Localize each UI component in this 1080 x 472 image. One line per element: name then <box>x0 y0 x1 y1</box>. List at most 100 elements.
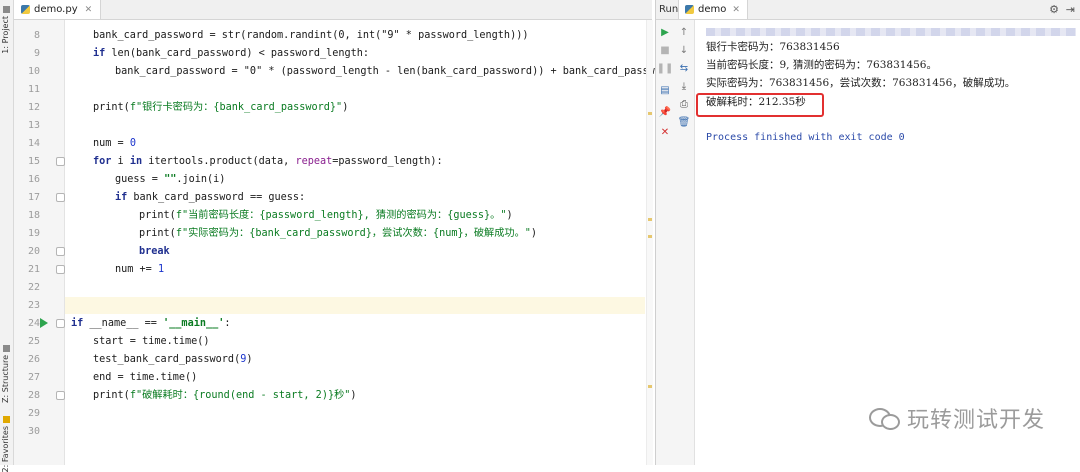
run-panel: Run: demo ✕ ⚙ ⇥ ▶ ↑ ■ ↓ ❚❚ ⇆ ⤓ ▤ ⎙ 📌 🗑 ✕… <box>655 0 1080 465</box>
project-icon[interactable] <box>3 6 10 13</box>
console-line: 实际密码为：763831456，尝试次数：763831456，破解成功。 <box>706 77 1016 89</box>
console-line: 当前密码长度：9, 猜测的密码为：763831456。 <box>706 59 937 71</box>
line-number: 18 <box>27 210 40 221</box>
code-line: 19 print(f"实际密码为：{bank_card_password}，尝试… <box>28 225 645 242</box>
run-tab-label: demo <box>698 4 727 15</box>
editor-tab-demo-py[interactable]: demo.py ✕ <box>14 0 101 19</box>
close-tab-icon[interactable]: ✕ <box>85 5 93 15</box>
hide-panel-icon[interactable]: ⇥ <box>1066 3 1075 16</box>
code-line: 20 break <box>28 243 645 260</box>
code-text: bank_card_password = "0" * (password_len… <box>115 66 674 77</box>
pin-tab-icon[interactable]: 📌 <box>659 106 671 118</box>
left-tool-strip: 1: Project Z: Structure 2: Favorites <box>0 0 14 472</box>
print-icon[interactable]: ⎙ <box>678 98 690 110</box>
code-line: 26 test_bank_card_password(9) <box>28 351 645 368</box>
line-number: 19 <box>27 228 40 239</box>
restore-layout-icon[interactable]: ▤ <box>659 84 671 96</box>
code-text: if bank_card_password == guess: <box>115 192 306 203</box>
line-number: 13 <box>27 120 40 131</box>
code-text: print(f"银行卡密码为：{bank_card_password}") <box>93 102 349 113</box>
editor-tab-bar: demo.py ✕ <box>14 0 652 20</box>
fold-marker-icon[interactable] <box>56 247 65 256</box>
line-number: 9 <box>33 48 40 59</box>
wechat-icon <box>868 406 900 430</box>
project-tool-tab[interactable]: 1: Project <box>1 16 12 54</box>
line-number: 28 <box>27 390 40 401</box>
line-number: 15 <box>27 156 40 167</box>
code-text: num = 0 <box>93 138 136 149</box>
code-line: 12 print(f"银行卡密码为：{bank_card_password}") <box>28 99 645 116</box>
console-line: 银行卡密码为：763831456 <box>706 41 840 53</box>
scrollbar-marker[interactable] <box>648 112 652 115</box>
code-text: guess = "".join(i) <box>115 174 226 185</box>
soft-wrap-icon[interactable]: ⇆ <box>678 62 690 74</box>
run-tab-bar: Run: demo ✕ ⚙ ⇥ <box>656 0 1080 20</box>
code-line: 24 if __name__ == '__main__': <box>28 315 645 332</box>
python-run-icon <box>685 5 694 14</box>
scrollbar-marker[interactable] <box>648 235 652 238</box>
code-text: start = time.time() <box>93 336 210 347</box>
code-line: 16 guess = "".join(i) <box>28 171 645 188</box>
fold-marker-icon[interactable] <box>56 193 65 202</box>
close-run-icon[interactable]: ✕ <box>659 126 671 138</box>
scrollbar-marker[interactable] <box>648 385 652 388</box>
fold-marker-icon[interactable] <box>56 157 65 166</box>
editor-scrollbar[interactable] <box>646 20 653 465</box>
structure-icon[interactable] <box>3 345 10 352</box>
code-text: end = time.time() <box>93 372 198 383</box>
code-line: 8 bank_card_password = str(random.randin… <box>34 27 645 44</box>
code-text: bank_card_password = str(random.randint(… <box>93 30 529 41</box>
code-line: 18 print(f"当前密码长度：{password_length}, 猜测的… <box>28 207 645 224</box>
code-line: 13 <box>28 117 645 134</box>
code-line: 30 <box>28 423 645 440</box>
favorites-star-icon[interactable] <box>3 416 10 423</box>
rerun-icon[interactable]: ▶ <box>659 26 671 38</box>
line-number: 24 <box>27 318 40 329</box>
scroll-down-icon[interactable]: ↓ <box>678 44 690 56</box>
code-text: print(f"当前密码长度：{password_length}, 猜测的密码为… <box>139 210 513 221</box>
run-gutter-icon[interactable] <box>40 318 48 328</box>
pause-icon[interactable]: ❚❚ <box>657 62 674 74</box>
favorites-tool-tab[interactable]: 2: Favorites <box>1 426 12 472</box>
editor-tab-label: demo.py <box>34 4 78 15</box>
python-file-icon <box>21 5 30 14</box>
fold-marker-icon[interactable] <box>56 319 65 328</box>
line-number: 27 <box>27 372 40 383</box>
gear-icon[interactable]: ⚙ <box>1049 3 1059 16</box>
scroll-up-icon[interactable]: ↑ <box>678 26 690 38</box>
code-area[interactable]: 8 bank_card_password = str(random.randin… <box>28 20 673 465</box>
run-tab-demo[interactable]: demo ✕ <box>678 0 748 19</box>
scroll-to-end-icon[interactable]: ⤓ <box>678 80 690 92</box>
trash-icon[interactable]: 🗑 <box>678 116 691 128</box>
code-text: print(f"破解耗时：{round(end - start, 2)}秒") <box>93 390 357 401</box>
line-number: 8 <box>33 30 40 41</box>
line-number: 26 <box>27 354 40 365</box>
fold-marker-icon[interactable] <box>56 265 65 274</box>
line-number: 10 <box>27 66 40 77</box>
code-line: 28 print(f"破解耗时：{round(end - start, 2)}秒… <box>28 387 645 404</box>
stop-icon[interactable]: ■ <box>659 44 671 56</box>
close-run-tab-icon[interactable]: ✕ <box>732 5 740 15</box>
structure-tool-tab[interactable]: Z: Structure <box>1 355 12 403</box>
code-line: 25 start = time.time() <box>28 333 645 350</box>
line-number: 21 <box>27 264 40 275</box>
line-number: 20 <box>27 246 40 257</box>
watermark-text: 玩转测试开发 <box>906 408 1045 433</box>
code-line: 21 num += 1 <box>28 261 645 278</box>
code-text: for i in itertools.product(data, repeat=… <box>93 156 443 167</box>
line-number: 30 <box>27 426 40 437</box>
current-code-line: 23 <box>28 297 645 314</box>
code-text: num += 1 <box>115 264 165 275</box>
scrollbar-marker[interactable] <box>648 218 652 221</box>
watermark: 玩转测试开发 <box>868 402 1045 434</box>
code-line: 9 if len(bank_card_password) < password_… <box>34 45 645 62</box>
highlight-box <box>696 93 824 117</box>
code-line: 17 if bank_card_password == guess: <box>28 189 645 206</box>
code-text: break <box>139 246 170 257</box>
console-output[interactable]: 银行卡密码为：763831456 当前密码长度：9, 猜测的密码为：763831… <box>696 20 1076 465</box>
code-line: 27 end = time.time() <box>28 369 645 386</box>
line-number: 16 <box>27 174 40 185</box>
fold-marker-icon[interactable] <box>56 391 65 400</box>
line-number: 29 <box>27 408 40 419</box>
code-editor: demo.py ✕ 8 bank_card_password = str(ran… <box>14 0 673 465</box>
